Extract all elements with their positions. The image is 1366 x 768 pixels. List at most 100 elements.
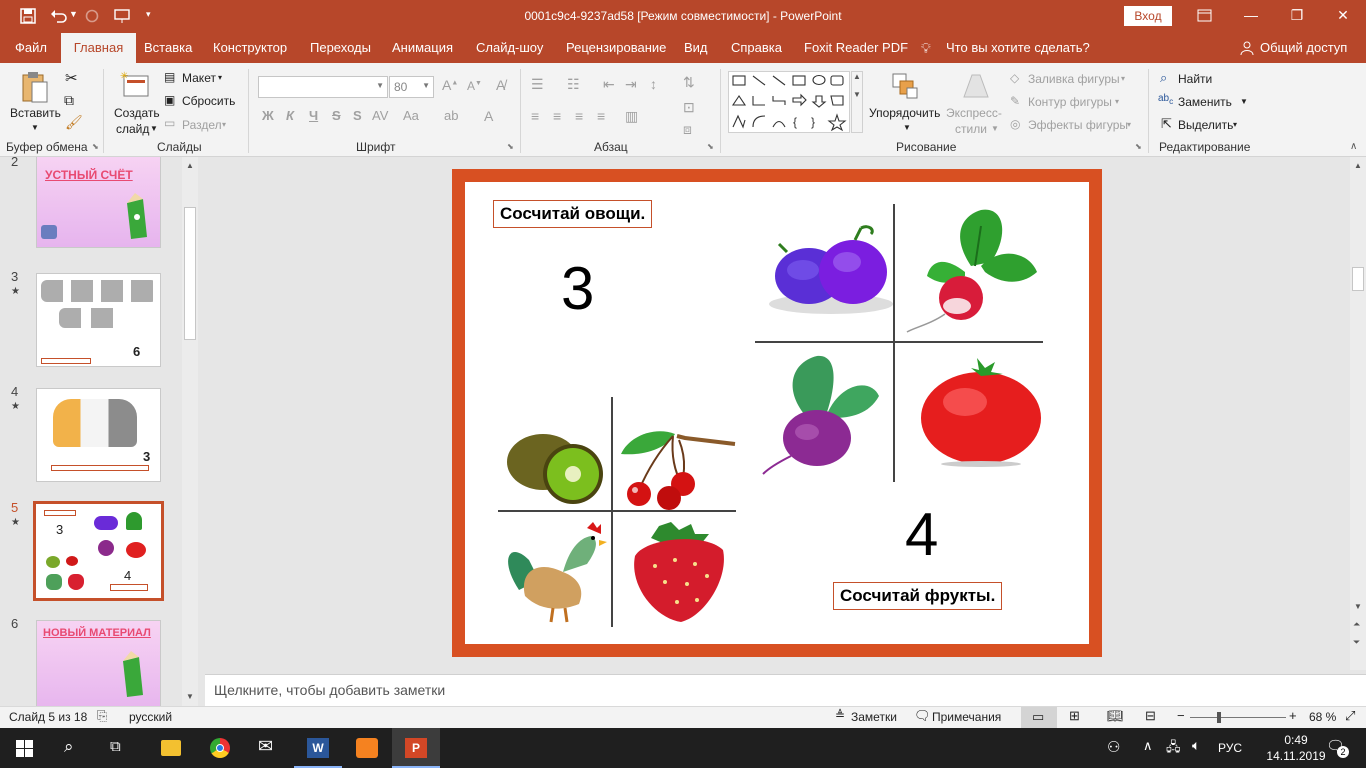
task-view-icon[interactable]: ⧉	[110, 738, 121, 755]
cut-icon[interactable]: ✂	[65, 69, 78, 87]
align-text-icon[interactable]: ⊡	[683, 99, 695, 116]
underline-button[interactable]: Ч	[309, 108, 318, 123]
find-button[interactable]: Найти	[1178, 72, 1212, 86]
spelling-check-icon[interactable]: ⎘	[97, 708, 107, 724]
paragraph-launcher-icon[interactable]: ⬊	[707, 142, 714, 151]
justify-icon[interactable]: ≡	[597, 108, 605, 124]
shape-fill-button[interactable]: Заливка фигуры	[1028, 72, 1120, 86]
next-slide-icon[interactable]: ⏷	[1353, 637, 1360, 648]
align-center-icon[interactable]: ≡	[553, 108, 561, 124]
thumbnail-slide-2[interactable]: УСТНЫЙ СЧЁТ	[36, 157, 161, 248]
clipboard-launcher-icon[interactable]: ⬊	[92, 142, 99, 151]
close-button[interactable]: ✕	[1320, 0, 1366, 33]
arrange-button[interactable]: Упорядочить	[869, 106, 940, 120]
strikethrough-button[interactable]: S	[332, 108, 341, 123]
rooster-icon[interactable]	[499, 520, 607, 624]
thumbnail-slide-3[interactable]: 6	[36, 273, 161, 367]
chevron-down-icon[interactable]: ▼	[376, 81, 384, 90]
notes-pane[interactable]: Щелкните, чтобы добавить заметки	[205, 674, 1366, 706]
font-name-input[interactable]: ▼	[258, 76, 388, 98]
text-direction-icon[interactable]: ⇅	[683, 74, 695, 91]
slideshow-view-icon[interactable]: ⊟	[1145, 708, 1156, 724]
minimize-button[interactable]: —	[1228, 0, 1274, 33]
scroll-thumb[interactable]	[184, 207, 196, 340]
file-explorer-app[interactable]	[147, 728, 195, 768]
reading-view-icon[interactable]: 📖︎	[1107, 708, 1124, 724]
zoom-slider-track[interactable]	[1190, 717, 1286, 718]
tab-slideshow[interactable]: Слайд-шоу	[476, 33, 543, 63]
paste-dropdown-icon[interactable]: ▼	[31, 123, 39, 132]
mail-app[interactable]: ✉	[245, 728, 293, 768]
select-cursor-icon[interactable]: ⇱	[1161, 116, 1172, 132]
radish-icon[interactable]	[901, 206, 1041, 336]
section-icon[interactable]: ▭	[164, 116, 175, 130]
drawing-launcher-icon[interactable]: ⬊	[1135, 142, 1142, 151]
slide-counter[interactable]: Слайд 5 из 18	[9, 710, 87, 724]
plums-icon[interactable]	[765, 222, 897, 317]
quick-styles-label1[interactable]: Экспресс-	[946, 106, 1002, 120]
chevron-down-icon[interactable]: ▼	[422, 81, 430, 90]
zoom-in-icon[interactable]: +	[1289, 708, 1297, 723]
layout-icon[interactable]: ▤	[164, 70, 175, 84]
scroll-down-icon[interactable]: ▼	[1354, 602, 1362, 611]
grow-font-icon[interactable]: A▲	[442, 77, 458, 93]
paste-icon[interactable]	[20, 70, 50, 104]
arrange-icon[interactable]	[890, 71, 920, 101]
font-launcher-icon[interactable]: ⬊	[507, 142, 514, 151]
cherry-icon[interactable]	[615, 426, 737, 512]
windows-start-icon[interactable]	[16, 740, 33, 757]
tab-view[interactable]: Вид	[684, 33, 708, 63]
network-icon[interactable]: 🖧︎	[1166, 738, 1181, 760]
current-slide[interactable]: Сосчитай овощи. 3 4 Сосчитай фрукты.	[452, 169, 1102, 657]
paste-label[interactable]: Вставить	[10, 106, 61, 120]
format-painter-icon[interactable]: 🖌︎	[65, 114, 83, 131]
shape-outline-icon[interactable]: ✎	[1010, 94, 1020, 108]
char-spacing-icon[interactable]: AV	[372, 108, 388, 123]
chrome-app[interactable]	[196, 728, 244, 768]
kiwi-icon[interactable]	[503, 420, 611, 510]
zoom-out-icon[interactable]: −	[1177, 708, 1185, 723]
language-indicator[interactable]: русский	[129, 710, 172, 724]
quick-styles-icon[interactable]	[960, 71, 992, 101]
comments-toggle-button[interactable]: Примечания	[932, 710, 1001, 724]
slide-sorter-icon[interactable]: ⊞	[1069, 708, 1080, 724]
share-button[interactable]: Общий доступ	[1260, 33, 1347, 63]
tab-insert[interactable]: Вставка	[144, 33, 192, 63]
clock-time[interactable]: 0:49	[1268, 733, 1324, 747]
shape-effects-button[interactable]: Эффекты фигуры	[1028, 118, 1128, 132]
section-button[interactable]: Раздел	[182, 118, 222, 132]
sign-in-button[interactable]: Вход	[1124, 6, 1172, 26]
line-spacing-icon[interactable]: ↕	[650, 76, 657, 92]
fit-slide-icon[interactable]: ⤢	[1345, 708, 1355, 724]
tomato-icon[interactable]	[915, 352, 1045, 468]
normal-view-button[interactable]: ▭	[1021, 707, 1057, 728]
thumbnail-slide-4[interactable]: 3	[36, 388, 161, 482]
show-hidden-icons[interactable]: ∧	[1143, 738, 1153, 754]
tab-review[interactable]: Рецензирование	[566, 33, 666, 63]
clear-format-icon[interactable]: A̸	[496, 77, 505, 93]
numbering-icon[interactable]: ☷	[567, 76, 580, 93]
layout-button[interactable]: Макет	[182, 71, 216, 85]
new-slide-label1[interactable]: Создать	[114, 106, 160, 120]
columns-icon[interactable]: ▥	[625, 108, 638, 125]
shadow-icon[interactable]: S	[353, 108, 362, 123]
share-person-icon[interactable]	[1240, 41, 1254, 55]
word-app[interactable]: W	[294, 728, 342, 768]
tell-me-search[interactable]: Что вы хотите сделать?	[946, 33, 1090, 63]
vegetables-count[interactable]: 3	[561, 254, 594, 323]
slide-scrollbar[interactable]: ▲ ▼ ⏶ ⏷	[1350, 157, 1366, 670]
highlight-icon[interactable]: ab	[444, 108, 458, 123]
notes-toggle-button[interactable]: Заметки	[851, 710, 897, 724]
scroll-down-icon[interactable]: ▼	[186, 692, 194, 701]
thumbnail-slide-5[interactable]: 3 4	[33, 501, 164, 601]
smartart-icon[interactable]: ⧈	[683, 121, 692, 138]
new-slide-label2[interactable]: слайд	[116, 122, 149, 136]
shape-effects-icon[interactable]: ◎	[1010, 117, 1020, 131]
shapes-gallery-scroll[interactable]: ▲ ▼	[851, 71, 863, 133]
quick-styles-label2[interactable]: стили	[955, 122, 987, 136]
replace-button[interactable]: Заменить	[1178, 95, 1232, 109]
clock-date[interactable]: 14.11.2019	[1260, 749, 1332, 763]
new-slide-icon[interactable]: ✳	[120, 70, 150, 100]
strawberry-icon[interactable]	[625, 520, 733, 626]
fruits-count[interactable]: 4	[905, 500, 938, 569]
